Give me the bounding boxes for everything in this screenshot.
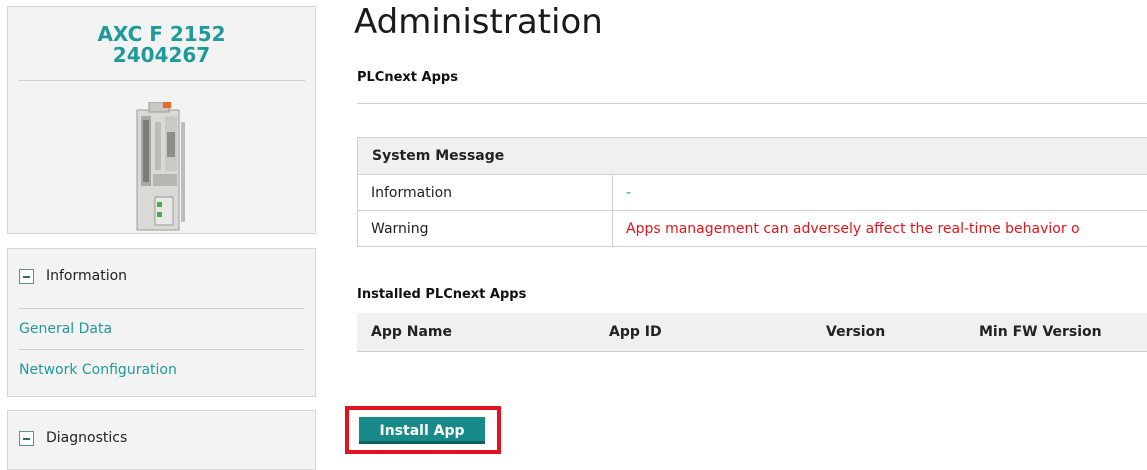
system-message-table: System Message Information - Warning App…: [357, 137, 1147, 247]
diagnostics-label: Diagnostics: [46, 430, 127, 446]
page-title: Administration: [354, 0, 603, 44]
information-panel: Information General Data Network Configu…: [7, 248, 316, 397]
installed-apps-title: Installed PLCnext Apps: [357, 287, 526, 302]
diagnostics-header[interactable]: Diagnostics: [8, 411, 315, 465]
system-message-header: System Message: [358, 138, 1147, 175]
diagnostics-panel: Diagnostics: [7, 410, 316, 470]
sidebar-link-general-data[interactable]: General Data: [8, 309, 315, 349]
device-card: AXC F 2152 2404267: [7, 6, 316, 234]
sidebar-link-network-configuration[interactable]: Network Configuration: [8, 350, 315, 390]
device-divider: [18, 80, 305, 81]
collapse-icon[interactable]: [19, 431, 34, 446]
row-label-information: Information: [358, 175, 613, 211]
row-label-warning: Warning: [358, 211, 613, 247]
row-value-information: -: [613, 175, 1147, 211]
collapse-icon[interactable]: [19, 269, 34, 284]
section-divider: [357, 103, 1147, 104]
column-app-name[interactable]: App Name: [357, 313, 595, 352]
table-row: Warning Apps management can adversely af…: [358, 211, 1147, 247]
information-label: Information: [46, 268, 127, 284]
device-article-number: 2404267: [8, 45, 315, 66]
plc-controller-image: [135, 102, 187, 232]
install-app-button[interactable]: Install App: [359, 417, 485, 444]
device-model: AXC F 2152: [8, 24, 315, 45]
row-value-warning: Apps management can adversely affect the…: [613, 211, 1147, 247]
column-app-id[interactable]: App ID: [595, 313, 812, 352]
column-min-fw-version[interactable]: Min FW Version: [965, 313, 1147, 352]
column-version[interactable]: Version: [812, 313, 965, 352]
section-title: PLCnext Apps: [357, 70, 458, 85]
table-row: Information -: [358, 175, 1147, 211]
installed-apps-table: App Name App ID Version Min FW Version: [357, 313, 1147, 352]
information-header[interactable]: Information: [8, 249, 315, 303]
